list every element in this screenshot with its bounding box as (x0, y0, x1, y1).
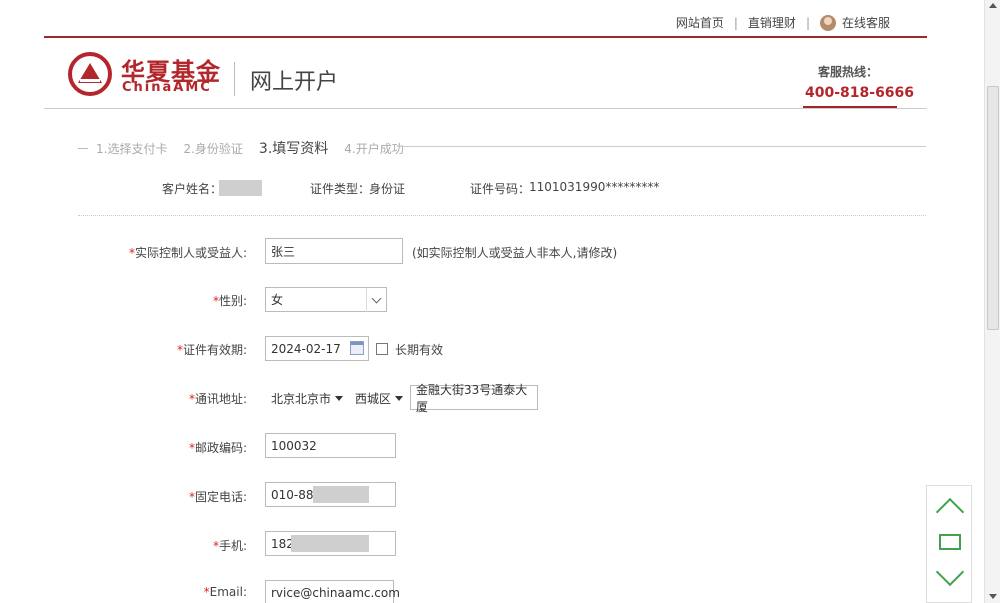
calendar-icon[interactable] (350, 341, 364, 355)
beneficiary-label-text: 实际控制人或受益人: (134, 246, 247, 260)
hotline-number: 400-818-6666 (805, 85, 915, 101)
address-label: *通讯地址: (189, 390, 247, 407)
customer-service-icon[interactable] (819, 14, 836, 31)
step-select-card: 1.选择支付卡 (96, 141, 168, 156)
landline-label: *固定电话: (189, 488, 247, 505)
landline-label-text: 固定电话: (194, 490, 247, 504)
id-number-label: 证件号码： (470, 182, 531, 196)
mobile-label: *手机: (213, 537, 247, 554)
id-validity-label-text: 证件有效期: (182, 343, 247, 357)
beneficiary-label: *实际控制人或受益人: (129, 244, 247, 261)
nav-online-service-link[interactable]: 在线客服 (842, 14, 890, 31)
scroll-top-button[interactable] (927, 488, 973, 527)
logo-english-text: ChinaAMC (122, 80, 212, 95)
gender-select[interactable]: 女 (265, 287, 387, 312)
top-nav: 网站首页 | 直销理财 | 在线客服 (676, 14, 890, 31)
beneficiary-hint: (如实际控制人或受益人非本人,请修改) (412, 246, 618, 260)
steps-lead-line (78, 147, 88, 149)
scroll-bottom-button[interactable] (927, 557, 973, 596)
step-success: 4.开户成功 (344, 141, 404, 156)
email-input[interactable]: rvice@chinaamc.com (265, 580, 400, 603)
postcode-input[interactable]: 100032 (265, 433, 396, 458)
step-fill-info: 3.填写资料 (258, 141, 329, 157)
step-identity-verify: 2.身份验证 (183, 141, 243, 156)
district-value: 西城区 (355, 392, 392, 406)
id-type-value: 身份证 (369, 182, 406, 196)
beneficiary-input[interactable]: 张三 (265, 238, 403, 264)
postcode-label: *邮政编码: (189, 439, 247, 456)
long-term-checkbox[interactable] (376, 343, 388, 355)
gender-label: *性别: (213, 292, 247, 309)
street-input[interactable]: 金融大街33号通泰大厦 (410, 383, 538, 414)
city-value: 北京北京市 (271, 392, 332, 406)
page-title: 网上开户 (250, 70, 339, 95)
caret-down-icon (335, 396, 344, 401)
nav-separator: | (733, 15, 738, 30)
customer-name-masked (219, 180, 262, 196)
id-type-label: 证件类型： (310, 182, 371, 196)
email-label: *Email: (204, 585, 247, 599)
gender-selected-value: 女 (271, 293, 284, 307)
scroll-down-arrow-icon[interactable] (989, 594, 997, 599)
city-dropdown[interactable]: 北京北京市 (271, 390, 344, 407)
dotted-divider (78, 215, 926, 216)
landline-masked (313, 486, 369, 503)
gender-label-text: 性别: (218, 294, 247, 308)
nav-separator: | (805, 15, 810, 30)
caret-down-icon (395, 396, 404, 401)
id-number-value: 1101031990********* (529, 180, 660, 194)
long-term-label: 长期有效 (395, 343, 444, 357)
customer-name-label: 客户姓名： (162, 182, 223, 196)
chevron-down-icon (935, 557, 965, 587)
nav-home-link[interactable]: 网站首页 (676, 14, 724, 31)
scrollbar-thumb[interactable] (987, 86, 999, 330)
address-label-text: 通讯地址: (194, 392, 247, 406)
mobile-masked (291, 535, 369, 552)
steps-trailing-line (398, 146, 926, 147)
chevron-up-icon (935, 497, 965, 527)
postcode-label-text: 邮政编码: (194, 441, 247, 455)
id-validity-date-value: 2024-02-17 (271, 341, 341, 356)
chevron-down-icon[interactable] (366, 288, 386, 312)
progress-steps: 1.选择支付卡 2.身份验证 3.填写资料 4.开户成功 (78, 138, 420, 158)
chinaamc-logo-icon[interactable] (68, 52, 112, 96)
district-dropdown[interactable]: 西城区 (355, 390, 404, 407)
scroll-up-arrow-icon[interactable] (989, 3, 997, 8)
id-validity-date-input[interactable]: 2024-02-17 (265, 336, 369, 361)
header-bottom-divider (44, 108, 927, 109)
square-icon (939, 534, 961, 550)
id-validity-label: *证件有效期: (177, 341, 247, 358)
hotline-label: 客服热线： (818, 65, 879, 79)
logo-divider (234, 62, 235, 96)
mobile-label-text: 手机: (218, 539, 247, 553)
nav-direct-sales-link[interactable]: 直销理财 (748, 14, 796, 31)
header-divider (44, 36, 927, 38)
side-nav-widget (926, 485, 972, 603)
feedback-button[interactable] (927, 524, 973, 560)
email-label-text: Email: (209, 585, 247, 599)
vertical-scrollbar[interactable] (984, 0, 1000, 603)
